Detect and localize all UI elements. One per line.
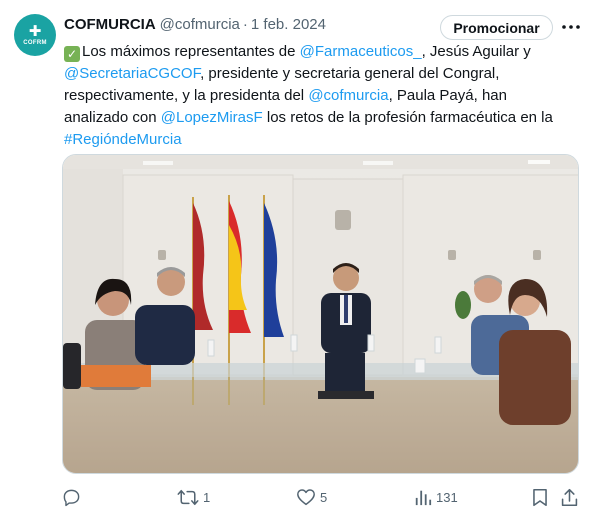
reply-icon <box>63 489 80 506</box>
like-button[interactable]: 5 <box>296 486 327 508</box>
tweet-text-segment: , Jesús Aguilar y <box>421 43 531 60</box>
heart-icon <box>297 489 315 506</box>
tweet-photo[interactable] <box>62 154 579 474</box>
tweet-text-segment: los retos de la profesión farmacéutica e… <box>262 109 553 126</box>
mention-link[interactable]: @Farmaceuticos_ <box>300 43 422 60</box>
pharmacy-cross-icon: ✚ <box>28 23 42 40</box>
mention-link[interactable]: @LopezMirasF <box>161 109 263 126</box>
views-count: 131 <box>436 489 458 505</box>
bookmark-button[interactable] <box>532 486 548 508</box>
tweet-text: ✓ Los máximos representantes de @Farmaceu… <box>64 41 569 151</box>
reply-button[interactable] <box>62 486 85 508</box>
separator: · <box>242 15 248 33</box>
account-name[interactable]: COFMURCIA <box>64 16 156 33</box>
like-count: 5 <box>320 489 328 505</box>
promote-button[interactable]: Promocionar <box>440 15 553 40</box>
mention-link[interactable]: #RegióndeMurcia <box>64 131 182 148</box>
mention-link[interactable]: @cofmurcia <box>308 87 388 104</box>
views-icon <box>415 490 432 506</box>
account-handle[interactable]: @cofmurcia <box>160 16 240 33</box>
action-bar: 1 5 131 <box>62 486 582 508</box>
tweet-text-segment: Los máximos representantes de <box>82 43 300 60</box>
retweet-count: 1 <box>203 489 211 505</box>
share-icon <box>561 488 578 506</box>
avatar-logo-text: COFRM <box>23 40 47 46</box>
retweet-icon <box>177 489 199 505</box>
check-mark-icon: ✓ <box>64 46 80 62</box>
more-options-icon[interactable] <box>560 17 582 37</box>
mention-link[interactable]: @SecretariaCGCOF <box>64 65 200 82</box>
avatar[interactable]: ✚ COFRM <box>14 14 56 56</box>
share-button[interactable] <box>560 486 579 508</box>
views-button[interactable]: 131 <box>414 486 458 508</box>
tweet-date[interactable]: 1 feb. 2024 <box>251 16 326 33</box>
retweet-button[interactable]: 1 <box>177 486 210 508</box>
bookmark-icon <box>533 488 547 506</box>
tweet-header: COFMURCIA @cofmurcia · 1 feb. 2024 <box>64 14 326 34</box>
